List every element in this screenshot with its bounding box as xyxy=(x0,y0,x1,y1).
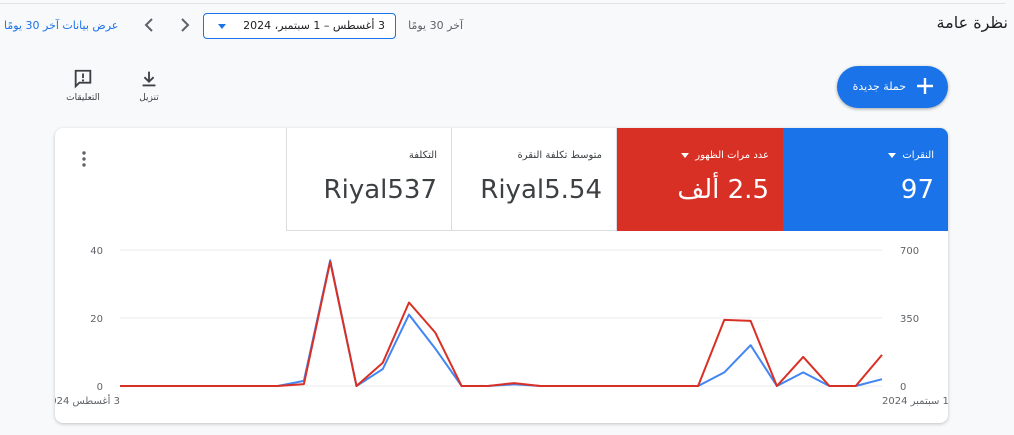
page-title: نظرة عامة xyxy=(936,13,1008,32)
download-label: تنزيل xyxy=(139,93,159,103)
dropdown-arrow-icon xyxy=(681,152,690,158)
view-all-data-link[interactable]: عرض بيانات آخر 30 يومًا xyxy=(4,19,118,32)
new-campaign-button[interactable]: حملة جديدة xyxy=(837,66,948,108)
metric-avg-cpc[interactable]: متوسط تكلفة النقرة Riyal5.54 xyxy=(451,128,617,231)
metric-label: متوسط تكلفة النقرة xyxy=(517,150,602,161)
series-line-impressions xyxy=(120,260,883,387)
y-left-tick-label: 40 xyxy=(90,246,103,257)
metric-label: النقرات xyxy=(902,150,934,161)
overview-card: التكلفة Riyal537 متوسط تكلفة النقرة Riya… xyxy=(55,128,948,423)
plus-icon xyxy=(917,78,933,94)
comments-button[interactable]: التعليقات xyxy=(55,68,111,103)
previous-period-button[interactable] xyxy=(140,15,158,35)
chevron-left-icon xyxy=(144,18,153,32)
more-options-icon[interactable] xyxy=(77,150,91,168)
metric-clicks[interactable]: النقرات 97 xyxy=(783,128,948,231)
date-range-value: 3 أغسطس – 1 سبتمبر، 2024 xyxy=(243,19,385,32)
metric-value: Riyal537 xyxy=(323,175,437,205)
y-right-tick-label: 0 xyxy=(900,382,906,393)
dropdown-arrow-icon xyxy=(218,24,226,29)
dropdown-arrow-icon xyxy=(888,152,897,158)
download-icon xyxy=(142,71,156,87)
y-left-tick-label: 0 xyxy=(97,382,103,393)
x-tick-label-last: 1 سبتمبر 2024 xyxy=(882,396,948,407)
series-line-clicks xyxy=(120,259,883,387)
metric-cost[interactable]: التكلفة Riyal537 xyxy=(286,128,452,231)
new-campaign-label: حملة جديدة xyxy=(852,80,906,93)
metric-value: Riyal5.54 xyxy=(480,175,602,205)
feedback-icon xyxy=(74,69,92,89)
metric-label: عدد مرات الظهور xyxy=(695,150,769,161)
performance-chart: 0 20 40 0 350 700 3 أغسطس 2024 1 سبتمبر 2024 xyxy=(55,246,948,407)
y-right-tick-label: 700 xyxy=(900,246,919,257)
next-period-button[interactable] xyxy=(176,15,194,35)
download-button[interactable]: تنزيل xyxy=(121,68,177,103)
y-left-tick-label: 20 xyxy=(90,314,103,325)
chevron-right-icon xyxy=(181,18,190,32)
x-tick-label-first: 3 أغسطس 2024 xyxy=(55,394,120,407)
top-divider xyxy=(0,0,1006,4)
date-range-picker[interactable]: 3 أغسطس – 1 سبتمبر، 2024 xyxy=(203,13,396,39)
metric-label: التكلفة xyxy=(408,150,437,161)
date-range-label: آخر 30 يومًا xyxy=(408,19,463,32)
comments-label: التعليقات xyxy=(66,93,100,103)
y-right-tick-label: 350 xyxy=(900,314,919,325)
metric-value: 2.5 ألف xyxy=(677,175,769,205)
metric-impressions[interactable]: عدد مرات الظهور 2.5 ألف xyxy=(617,128,783,231)
metric-value: 97 xyxy=(900,175,934,205)
